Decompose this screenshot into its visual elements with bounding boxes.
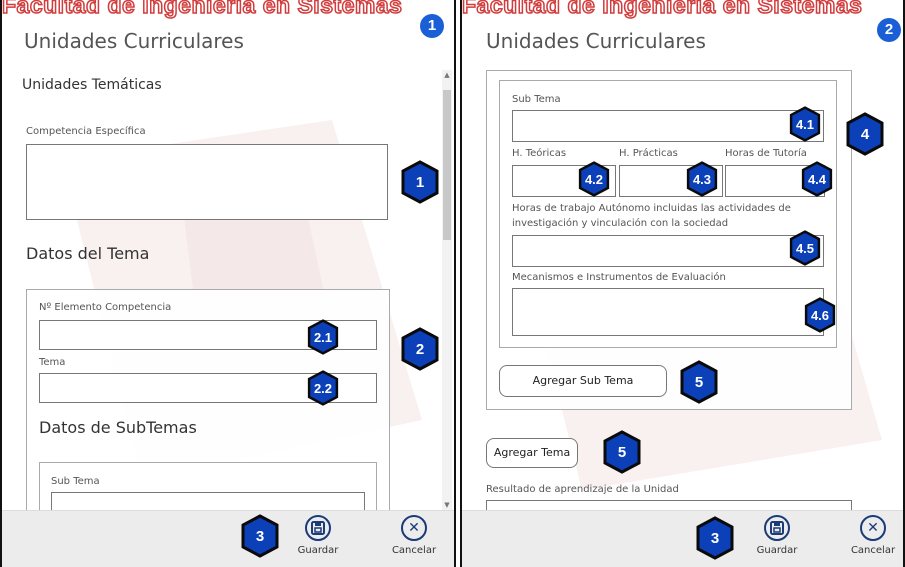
callout-2: 2	[400, 327, 440, 371]
subtema-label: Sub Tema	[51, 476, 100, 487]
save-label: Guardar	[756, 545, 798, 556]
subtema-input[interactable]	[512, 110, 824, 142]
panel-number-badge: 1	[420, 14, 444, 38]
section-datos-tema: Datos del Tema	[26, 244, 150, 263]
save-button[interactable]: Guardar	[747, 515, 807, 556]
app-command-bar: Guardar ✕ Cancelar	[462, 510, 903, 567]
save-button[interactable]: Guardar	[288, 515, 348, 556]
scrollbar-thumb[interactable]	[443, 90, 451, 240]
panel-number-badge: 2	[877, 18, 901, 42]
agregar-subtema-button[interactable]: Agregar Sub Tema	[499, 365, 667, 397]
callout-2-1: 2.1	[306, 319, 340, 355]
agregar-tema-button[interactable]: Agregar Tema	[486, 438, 578, 468]
subtema-label: Sub Tema	[512, 94, 561, 105]
callout-5-subtema: 5	[679, 360, 719, 404]
competencia-textarea[interactable]	[26, 144, 388, 220]
elemento-competencia-label: Nº Elemento Competencia	[39, 302, 172, 313]
vertical-scrollbar[interactable]: ▲ ▼	[442, 70, 452, 510]
horas-tutoria-label: Horas de Tutoría	[725, 148, 807, 159]
tema-label: Tema	[39, 357, 66, 368]
section-unidades-tematicas: Unidades Temáticas	[22, 77, 162, 93]
right-panel: Facultad de Ingeniería en Sistemas Unida…	[460, 0, 905, 567]
cancel-label: Cancelar	[391, 545, 437, 556]
faculty-watermark: Facultad de Ingeniería en Sistemas	[462, 0, 863, 19]
section-datos-subtemas: Datos de SubTemas	[39, 418, 197, 437]
callout-4-2: 4.2	[577, 161, 611, 197]
floppy-disk-icon	[305, 515, 331, 541]
left-panel: Facultad de Ingeniería en Sistemas Unida…	[0, 0, 456, 567]
page-title: Unidades Curriculares	[24, 29, 244, 53]
cancel-label: Cancelar	[850, 545, 896, 556]
close-icon: ✕	[401, 515, 427, 541]
callout-4-1: 4.1	[788, 106, 822, 142]
callout-4-6: 4.6	[803, 297, 837, 333]
horas-autonomo-label-line2: investigación y vinculación con la socie…	[512, 218, 729, 229]
app-command-bar: Guardar ✕ Cancelar	[2, 510, 454, 567]
resultado-aprendizaje-label: Resultado de aprendizaje de la Unidad	[486, 484, 679, 495]
callout-4-5: 4.5	[788, 230, 822, 266]
callout-4: 4	[845, 112, 885, 156]
callout-3: 3	[240, 514, 280, 558]
callout-3: 3	[695, 516, 735, 560]
horas-autonomo-label-line1: Horas de trabajo Autónomo incluidas las …	[512, 203, 791, 214]
triangle-down-icon[interactable]: ▼	[442, 500, 452, 510]
mecanismos-evaluacion-label: Mecanismos e Instrumentos de Evaluación	[512, 272, 726, 283]
callout-1: 1	[400, 160, 440, 204]
triangle-up-icon[interactable]: ▲	[442, 70, 452, 80]
mecanismos-evaluacion-textarea[interactable]	[512, 288, 824, 336]
save-label: Guardar	[297, 545, 339, 556]
callout-4-3: 4.3	[685, 161, 719, 197]
competencia-label: Competencia Específica	[26, 126, 146, 137]
cancel-button[interactable]: ✕ Cancelar	[384, 515, 444, 556]
close-icon: ✕	[860, 515, 886, 541]
faculty-watermark: Facultad de Ingeniería en Sistemas	[2, 0, 403, 19]
page-title: Unidades Curriculares	[486, 29, 706, 53]
cancel-button[interactable]: ✕ Cancelar	[843, 515, 903, 556]
callout-2-2: 2.2	[306, 370, 340, 406]
horas-practicas-label: H. Prácticas	[619, 148, 678, 159]
horas-teoricas-label: H. Teóricas	[512, 148, 567, 159]
floppy-disk-icon	[764, 515, 790, 541]
horas-autonomo-input[interactable]	[512, 235, 824, 267]
callout-5-tema: 5	[602, 430, 642, 474]
callout-4-4: 4.4	[800, 161, 834, 197]
